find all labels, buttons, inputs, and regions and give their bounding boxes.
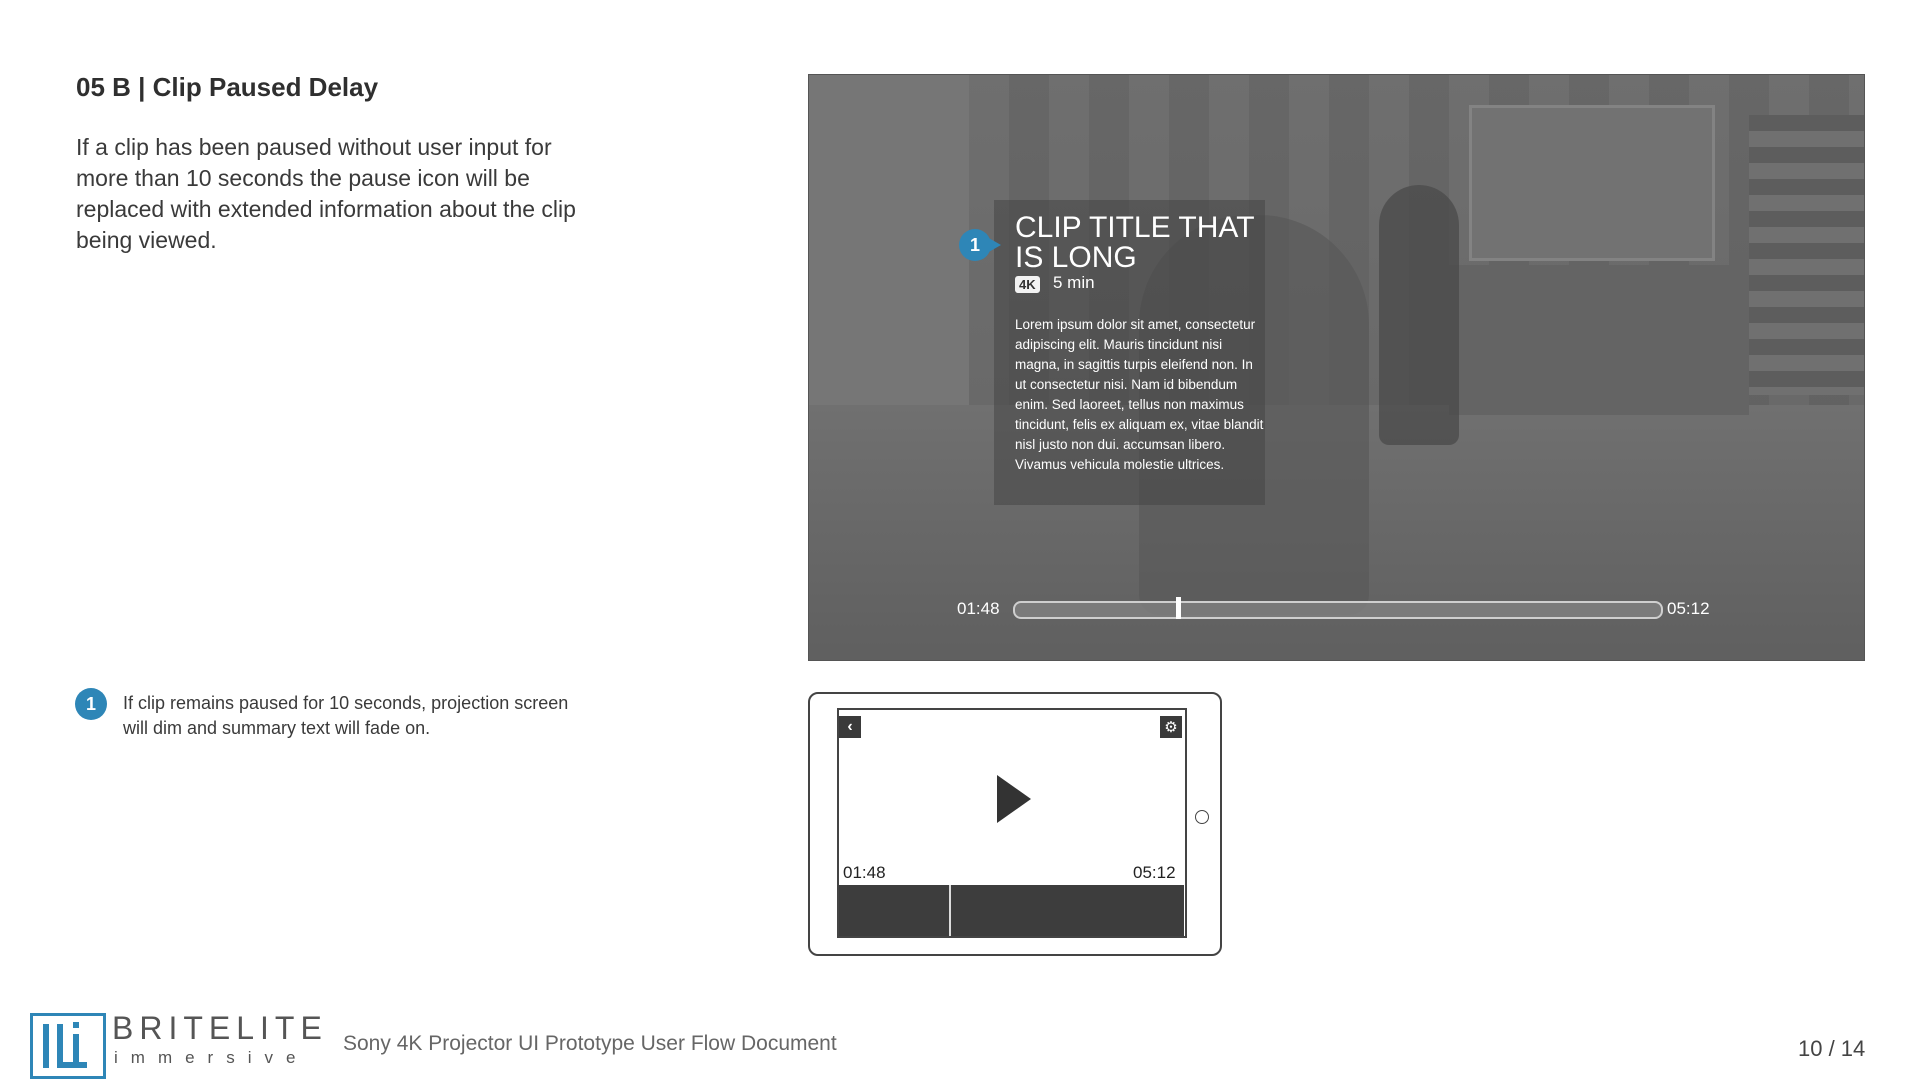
page-number: 10 / 14 <box>1798 1036 1866 1061</box>
document-title: Sony 4K Projector UI Prototype User Flow… <box>343 1032 837 1055</box>
slide-title: 05 B | Clip Paused Delay <box>76 72 379 102</box>
annotation-text: If clip remains paused for 10 seconds, p… <box>123 693 569 738</box>
home-button[interactable] <box>1195 810 1209 824</box>
progress-thumb[interactable] <box>1175 597 1181 619</box>
brand-subtitle: immersive <box>114 1048 309 1067</box>
projection-screen-mockup: 1 CLIP TITLE THAT IS LONG 4K 5 min Lorem… <box>808 74 1865 661</box>
play-icon[interactable] <box>997 775 1031 823</box>
tablet-total-time: 05:12 <box>1133 863 1176 882</box>
clip-duration: 5 min <box>1053 273 1095 292</box>
tablet-scrub-bar[interactable] <box>839 885 1184 936</box>
britelite-logo-icon <box>30 1013 106 1079</box>
progress-bar[interactable] <box>1013 601 1663 619</box>
annotation-number-badge: 1 <box>75 688 107 720</box>
callout-pointer <box>987 237 1001 253</box>
brand-name: BRITELITE <box>112 1010 328 1046</box>
resolution-badge: 4K <box>1015 276 1040 293</box>
clip-title: CLIP TITLE THAT IS LONG <box>1015 211 1254 274</box>
tablet-scrub-marker[interactable] <box>949 885 952 936</box>
total-time: 05:12 <box>1667 599 1710 618</box>
clip-synopsis: Lorem ipsum dolor sit amet, consectetur … <box>1015 317 1264 472</box>
dim-overlay <box>809 75 1864 660</box>
chevron-left-icon[interactable]: ‹ <box>839 716 861 738</box>
slide-description: If a clip has been paused without user i… <box>76 134 576 253</box>
tablet-elapsed-time: 01:48 <box>843 863 886 882</box>
elapsed-time: 01:48 <box>957 599 1000 618</box>
gear-icon[interactable]: ⚙ <box>1160 716 1182 738</box>
